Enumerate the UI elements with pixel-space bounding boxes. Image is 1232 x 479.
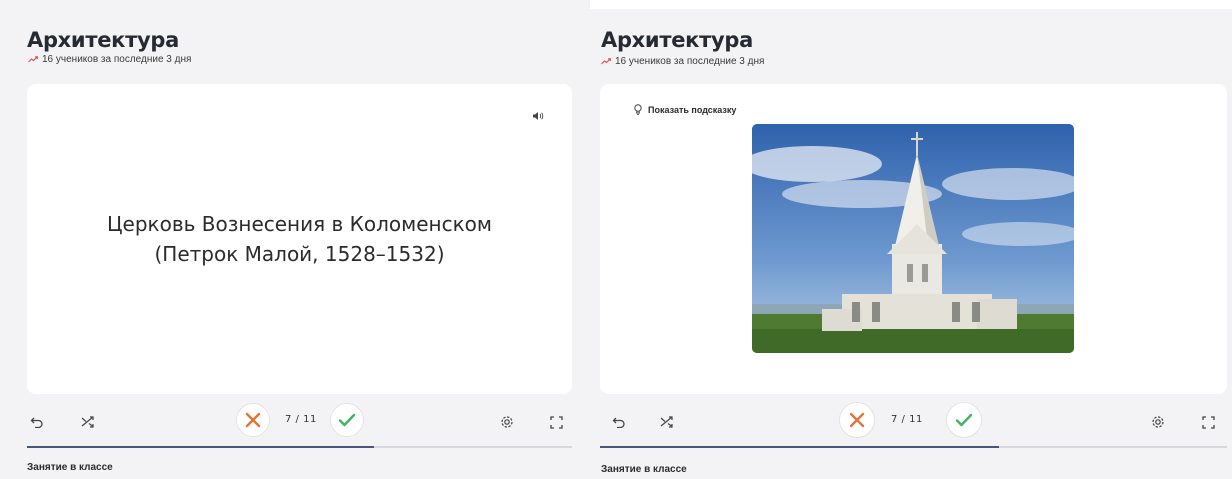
undo-icon[interactable]	[29, 414, 45, 430]
check-icon	[338, 413, 356, 427]
right-answer-button[interactable]	[946, 402, 982, 438]
learners-count-text: 16 учеников за последние 3 дня	[42, 54, 192, 65]
card-term: Церковь Вознесения в Коломенском	[107, 212, 492, 236]
church-photo	[752, 124, 1074, 353]
show-hint-button[interactable]: Показать подсказку	[634, 104, 736, 115]
close-icon	[245, 412, 261, 428]
page-title: Архитектура	[27, 28, 179, 52]
page-title: Архитектура	[601, 28, 753, 52]
card-counter: 7 / 11	[891, 414, 923, 425]
wrong-answer-button[interactable]	[839, 402, 875, 438]
card-term-detail: (Петрок Малой, 1528–1532)	[154, 242, 445, 266]
learners-count: 16 учеников за последние 3 дня	[28, 54, 191, 65]
learners-count: 16 учеников за последние 3 дня	[601, 56, 764, 67]
flashcard-text: Церковь Вознесения в Коломенском (Петрок…	[27, 84, 572, 394]
check-icon	[955, 413, 973, 427]
flashcard-panel-left: Архитектура 16 учеников за последние 3 д…	[0, 0, 590, 479]
fullscreen-icon[interactable]	[548, 414, 564, 430]
trend-up-icon	[28, 56, 38, 63]
flashcard[interactable]: Показать подсказку	[600, 84, 1227, 394]
flashcard[interactable]: Церковь Вознесения в Коломенском (Петрок…	[27, 84, 572, 394]
progress-bar	[600, 446, 1227, 448]
shuffle-icon[interactable]	[80, 414, 96, 430]
progress-fill	[600, 446, 999, 448]
gear-icon[interactable]	[499, 414, 515, 430]
fullscreen-icon[interactable]	[1200, 414, 1216, 430]
learners-count-text: 16 учеников за последние 3 дня	[615, 56, 765, 67]
card-counter: 7 / 11	[285, 414, 317, 425]
section-label: Занятие в классе	[27, 462, 113, 473]
flashcard-panel-right: Архитектура 16 учеников за последние 3 д…	[582, 9, 1232, 479]
trend-up-icon	[601, 58, 611, 65]
wrong-answer-button[interactable]	[236, 403, 270, 437]
right-answer-button[interactable]	[330, 403, 364, 437]
close-icon	[849, 412, 865, 428]
hint-label: Показать подсказку	[648, 104, 737, 115]
undo-icon[interactable]	[611, 414, 627, 430]
shuffle-icon[interactable]	[659, 414, 675, 430]
lightbulb-icon	[634, 104, 642, 115]
gear-icon[interactable]	[1150, 414, 1166, 430]
section-label: Занятие в классе	[601, 464, 687, 475]
progress-bar	[27, 446, 572, 448]
progress-fill	[27, 446, 374, 448]
